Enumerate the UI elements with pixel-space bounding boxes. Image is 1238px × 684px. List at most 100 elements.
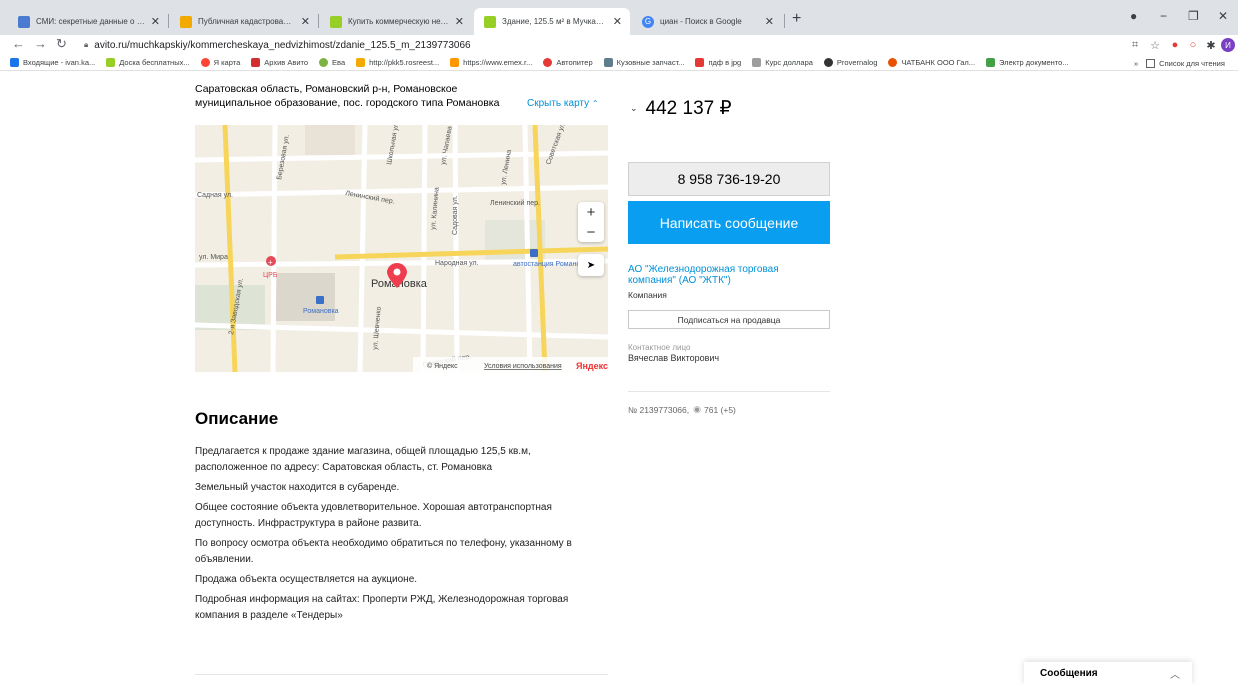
geolocation-button[interactable]: ➤ <box>578 254 604 276</box>
map-zoom-control: + − <box>578 202 604 242</box>
phone-button[interactable]: 8 958 736-19-20 <box>628 162 830 196</box>
street-label: Садная ул. <box>197 192 233 199</box>
tab-favicon-icon <box>484 15 496 28</box>
views-count: 761 (+5) <box>703 404 736 415</box>
close-tab-icon[interactable]: ✕ <box>151 15 160 28</box>
bus-icon <box>530 249 538 257</box>
description-paragraph: По вопросу осмотра объекта необходимо об… <box>195 538 572 565</box>
tab-favicon-icon <box>330 15 342 28</box>
bookmark-item[interactable]: Кузовные запчаст... <box>603 58 684 67</box>
bookmark-favicon-icon <box>106 58 116 67</box>
bookmark-item[interactable]: ЧАТБАНК ООО Гал... <box>888 58 975 67</box>
new-tab-button[interactable]: + <box>792 10 801 28</box>
listing-address: Саратовская область, Романовский р-н, Ро… <box>195 83 500 109</box>
tab-current-listing[interactable]: Здание, 125.5 м² в Мучкапском ✕ <box>474 8 630 35</box>
tab-title: циан - Поиск в Google <box>660 17 742 26</box>
description-heading: Описание <box>195 409 279 428</box>
ad-number: № 2139773066, <box>628 404 690 415</box>
divider <box>195 674 608 675</box>
map-copyright: © Яндекс <box>427 362 458 370</box>
poi-label: ЦРБ <box>263 272 278 279</box>
bookmark-item[interactable]: Электр документо... <box>986 58 1069 67</box>
bookmark-favicon-icon <box>752 58 762 67</box>
bookmark-item[interactable]: https://www.emex.r... <box>450 58 532 67</box>
price-value: 442 137 ₽ <box>645 98 732 119</box>
listing-page: Саратовская область, Романовский р-н, Ро… <box>0 82 1238 684</box>
bookmark-item[interactable]: пдф в jpg <box>695 58 741 67</box>
bookmarks-overflow[interactable]: » Список для чтения <box>1130 55 1225 70</box>
reload-icon[interactable]: ↻ <box>56 36 67 52</box>
messages-panel[interactable]: Сообщения ︿ <box>1024 662 1192 684</box>
bookmark-favicon-icon <box>200 58 210 67</box>
bookmark-item[interactable]: Доска бесплатных... <box>106 58 190 67</box>
tab-smi[interactable]: СМИ: секретные данные о под ✕ <box>8 8 168 35</box>
ad-meta: № 2139773066, ◉ 761 (+5) <box>628 404 736 415</box>
subscribe-seller-button[interactable]: Подписаться на продавца <box>628 310 830 329</box>
contact-person-label: Контактное лицо <box>628 343 691 352</box>
minimize-icon[interactable]: − <box>1160 9 1167 23</box>
bookmark-item[interactable]: http://pkk5.rosreest... <box>356 58 439 67</box>
bookmark-favicon-icon <box>543 58 553 67</box>
zoom-in-button[interactable]: + <box>587 204 596 221</box>
bookmark-item[interactable]: Входящие - ivan.ka... <box>10 58 95 67</box>
bookmark-item[interactable]: Курс доллара <box>752 58 813 67</box>
tab-kadastr[interactable]: Публичная кадастровая карта ✕ <box>170 8 318 35</box>
reading-list-icon <box>1146 58 1156 68</box>
star-icon[interactable]: ☆ <box>1148 38 1162 52</box>
location-map[interactable]: Народная ул. Ленинский пер. Ленинский пе… <box>195 125 608 372</box>
street-label: Народная ул. <box>435 260 479 267</box>
close-tab-icon[interactable]: ✕ <box>301 15 310 28</box>
extension-cloud-icon[interactable]: ○ <box>1186 38 1200 52</box>
plus-icon: + <box>268 258 273 267</box>
tab-google-cian[interactable]: G циан - Поиск в Google ✕ <box>632 8 782 35</box>
map-terms-link[interactable]: Условия использования <box>484 363 562 370</box>
bookmark-item[interactable]: Архив Авито <box>251 58 308 67</box>
description-paragraph: Предлагается к продаже здание магазина, … <box>195 446 531 473</box>
avatar[interactable]: И <box>1221 38 1235 52</box>
address-bar[interactable]: 🔒︎ avito.ru/muchkapskiy/kommercheskaya_n… <box>84 36 1154 54</box>
translate-icon[interactable]: ⌗ <box>1128 38 1142 52</box>
close-tab-icon[interactable]: ✕ <box>455 15 464 28</box>
restore-icon[interactable]: ❐ <box>1188 9 1199 23</box>
price[interactable]: ⌄ 442 137 ₽ <box>630 97 732 120</box>
chevron-up-icon[interactable]: ︿ <box>1170 666 1180 681</box>
tab-favicon-icon <box>18 15 30 28</box>
bookmark-favicon-icon <box>450 58 460 67</box>
bookmark-item[interactable]: Я карта <box>200 58 240 67</box>
bookmarks-bar: Входящие - ivan.ka... Доска бесплатных..… <box>0 55 1238 71</box>
bookmark-favicon-icon <box>888 58 898 67</box>
back-icon[interactable]: ← <box>12 36 25 51</box>
bookmark-favicon-icon <box>10 58 19 67</box>
bookmark-item[interactable]: Ева <box>319 58 345 67</box>
navigation-arrow-icon: ➤ <box>586 259 596 271</box>
hide-map-link[interactable]: Скрыть карту ⌃ <box>527 98 599 109</box>
poi-label: Романовка <box>303 308 339 315</box>
close-tab-icon[interactable]: ✕ <box>765 15 774 28</box>
bus-icon <box>316 296 324 304</box>
map-canvas: Народная ул. Ленинский пер. Ленинский пе… <box>195 125 608 372</box>
forward-icon[interactable]: → <box>34 36 47 51</box>
messages-panel-label: Сообщения <box>1040 667 1098 679</box>
close-window-icon[interactable]: ✕ <box>1218 9 1228 23</box>
street-label: Садовая ул. <box>452 195 459 235</box>
tab-title: Купить коммерческую недвиж <box>348 17 449 26</box>
google-icon: G <box>642 15 654 28</box>
profile-dot-icon[interactable]: ● <box>1130 9 1137 23</box>
tab-strip: СМИ: секретные данные о под ✕ Публичная … <box>0 0 1238 35</box>
bookmark-favicon-icon <box>356 58 366 67</box>
extension-red-icon[interactable]: ● <box>1168 38 1182 52</box>
extensions-puzzle-icon[interactable]: ✱ <box>1204 38 1218 52</box>
description-paragraph: Подробная информация на сайтах: Проперти… <box>195 594 569 621</box>
zoom-out-button[interactable]: − <box>587 224 596 241</box>
chevron-down-icon: ⌄ <box>630 103 638 113</box>
write-message-button[interactable]: Написать сообщение <box>628 201 830 244</box>
close-tab-icon[interactable]: ✕ <box>613 15 622 28</box>
seller-name-link[interactable]: АО "Железнодорожная торговая компания" (… <box>628 264 828 286</box>
divider <box>628 391 830 392</box>
tab-avito-search[interactable]: Купить коммерческую недвиж ✕ <box>320 8 472 35</box>
tab-title: Публичная кадастровая карта <box>198 17 295 26</box>
bookmark-item[interactable]: Автопитер <box>543 58 593 67</box>
bookmark-item[interactable]: Provernalog <box>823 58 877 67</box>
tab-title: Здание, 125.5 м² в Мучкапском <box>502 17 607 26</box>
tab-favicon-icon <box>180 15 192 28</box>
